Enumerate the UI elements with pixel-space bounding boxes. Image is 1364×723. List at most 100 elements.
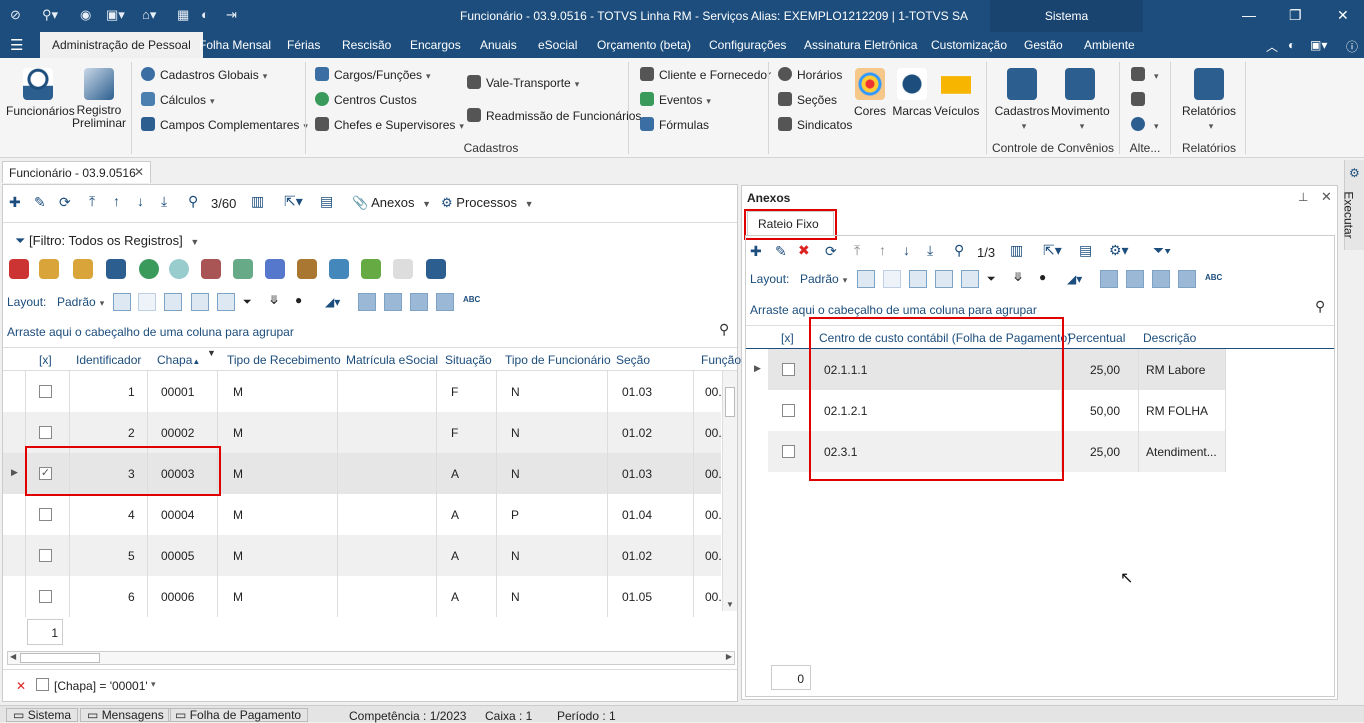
book-icon[interactable] — [426, 259, 446, 279]
clear-filter-icon[interactable]: ✕ — [16, 679, 26, 693]
search-icon[interactable]: ⚲ — [954, 242, 964, 259]
expand-icon[interactable] — [857, 270, 875, 288]
tools-icon[interactable] — [106, 259, 126, 279]
centros-custos-button[interactable]: Centros Custos — [315, 92, 417, 107]
edit-icon[interactable]: ✎ — [775, 243, 787, 260]
eventos-button[interactable]: Eventos ▾ — [640, 92, 711, 107]
help-globe-icon[interactable]: ◐ — [1288, 38, 1295, 52]
chefes-supervisores-button[interactable]: Chefes e Supervisores ▾ — [315, 117, 464, 132]
color-icon[interactable]: ● — [1039, 270, 1057, 288]
calculator-icon[interactable]: ▦ — [177, 7, 189, 23]
anexos-dropdown[interactable]: 📎 Anexos ▼ — [352, 195, 431, 211]
menu-configuracoes[interactable]: Configurações — [709, 38, 786, 52]
collapse-icon[interactable] — [138, 293, 156, 311]
restore-icon[interactable]: ❐ — [1289, 7, 1302, 24]
cadastros-button[interactable]: Cadastros ▾ — [994, 68, 1050, 132]
filter-dropdown-icon[interactable]: ▾ — [151, 679, 156, 690]
menu-orcamento[interactable]: Orçamento (beta) — [597, 38, 691, 52]
readmissao-button[interactable]: Readmissão de Funcionários — [467, 108, 641, 123]
row-checkbox[interactable] — [782, 445, 795, 458]
totvs-logo-icon[interactable]: ⊘ — [10, 7, 21, 23]
layout-dropdown[interactable]: Padrão ▾ — [57, 295, 104, 309]
close-icon[interactable]: ✕ — [1337, 7, 1349, 24]
row-checkbox[interactable] — [39, 508, 52, 521]
executar-side-tab[interactable]: ⚙ Executar — [1342, 160, 1364, 250]
last-record-icon[interactable]: ⤓ — [927, 242, 933, 259]
close-tab-icon[interactable]: ✕ — [134, 165, 144, 179]
menu-encargos[interactable]: Encargos — [410, 38, 461, 52]
network-icon[interactable]: ⚲▾ — [42, 7, 58, 23]
formulas-button[interactable]: Fórmulas — [640, 117, 709, 132]
system-label[interactable]: Sistema — [990, 0, 1143, 32]
scroll-down-icon[interactable]: ▼ — [726, 600, 734, 609]
transfer-icon[interactable] — [329, 259, 349, 279]
exit-icon[interactable]: ⇥ — [226, 7, 237, 23]
group-icon[interactable] — [909, 270, 927, 288]
col-tipo-recebimento[interactable]: Tipo de Recebimento — [227, 353, 341, 367]
grid-view-icon[interactable]: ▥ — [1010, 242, 1023, 259]
window-icon[interactable]: ▣▾ — [106, 7, 125, 23]
menu-ambiente[interactable]: Ambiente — [1084, 38, 1135, 52]
add-people-icon[interactable] — [361, 259, 381, 279]
app-menu-icon[interactable]: ☰ — [10, 36, 23, 54]
pin-icon[interactable]: 🞃 — [243, 293, 261, 311]
menu-customizacao[interactable]: Customização — [931, 38, 1007, 52]
row-checkbox[interactable] — [782, 363, 795, 376]
filter-icon[interactable]: ⏷▾ — [1153, 242, 1171, 259]
globe-icon[interactable]: ◐ — [201, 7, 209, 22]
col-situacao[interactable]: Situação — [445, 353, 492, 367]
chart-dropdown-icon[interactable]: ◢▾ — [1067, 272, 1082, 286]
cliente-fornecedor-button[interactable]: Cliente e Fornecedor — [640, 67, 771, 82]
col-chapa[interactable]: Chapa▲ — [157, 353, 200, 367]
search-icon[interactable]: ⚲ — [188, 193, 198, 210]
menu-folha-mensal[interactable]: Folha Mensal — [199, 38, 271, 52]
refresh-icon[interactable]: ⟳ — [825, 243, 837, 260]
coins-icon[interactable] — [39, 259, 59, 279]
document-icon[interactable]: ▤ — [1079, 242, 1092, 259]
document-tab[interactable]: Funcionário - 03.9.0516 ✕ — [2, 161, 151, 183]
col-select[interactable]: [x] — [39, 353, 52, 367]
grid-search-icon[interactable]: ⚲ — [719, 321, 729, 338]
last-record-icon[interactable]: ⤓ — [161, 193, 167, 210]
status-mensagens-tab[interactable]: ▭ Mensagens — [80, 708, 171, 722]
abc-icon[interactable]: ABC — [1205, 273, 1222, 282]
layout-option-3-icon[interactable] — [1152, 270, 1170, 288]
money-icon[interactable] — [73, 259, 93, 279]
layout-option-2-icon[interactable] — [1126, 270, 1144, 288]
layout-option-3-icon[interactable] — [410, 293, 428, 311]
move-down-icon[interactable] — [217, 293, 235, 311]
row-checkbox[interactable] — [782, 404, 795, 417]
home-icon[interactable]: ⌂▾ — [142, 7, 156, 23]
grid-search-icon[interactable]: ⚲ — [1315, 298, 1325, 315]
cadastros-globais-button[interactable]: Cadastros Globais ▾ — [141, 67, 267, 82]
next-record-icon[interactable]: ↓ — [137, 193, 144, 209]
col-identificador[interactable]: Identificador — [76, 353, 141, 367]
filter-dropdown[interactable]: ⏷ [Filtro: Todos os Registros] ▼ — [15, 233, 199, 249]
document-icon[interactable]: ▤ — [320, 193, 333, 210]
alte-item-2[interactable] — [1131, 92, 1150, 107]
menu-anuais[interactable]: Anuais — [480, 38, 517, 52]
pin-down-icon[interactable]: ⤋ — [1013, 270, 1031, 288]
col-matricula-esocial[interactable]: Matrícula eSocial — [346, 353, 438, 367]
column-filter-icon[interactable]: ▼ — [207, 348, 216, 358]
cargos-funcoes-button[interactable]: Cargos/Funções ▾ — [315, 67, 431, 82]
status-folha-tab[interactable]: ▭ Folha de Pagamento — [168, 708, 309, 722]
col-tipo-funcionario[interactable]: Tipo de Funcionário — [505, 353, 611, 367]
marcas-button[interactable]: Marcas — [891, 68, 933, 118]
row-checkbox[interactable] — [39, 385, 52, 398]
next-record-icon[interactable]: ↓ — [903, 242, 910, 258]
clock-money-icon[interactable] — [169, 259, 189, 279]
vertical-scrollbar[interactable]: ▼ — [722, 371, 737, 611]
pin-icon[interactable]: 🞃 — [987, 270, 1005, 288]
filter-expression[interactable]: [Chapa] = '00001' — [54, 679, 148, 693]
gear-icon[interactable]: ⚙▾ — [1109, 242, 1129, 259]
delete-icon[interactable]: ✖ — [798, 242, 810, 259]
scroll-right-icon[interactable]: ▶ — [726, 652, 732, 661]
layout-option-4-icon[interactable] — [1178, 270, 1196, 288]
pin-down-icon[interactable]: ⤋ — [269, 293, 287, 311]
campos-complementares-button[interactable]: Campos Complementares▾ — [141, 117, 308, 132]
col-percentual[interactable]: Percentual — [1068, 331, 1125, 345]
export-icon[interactable]: ⇱▾ — [1043, 242, 1062, 259]
move-up-icon[interactable] — [191, 293, 209, 311]
alte-item-1[interactable]: ▾ — [1131, 67, 1159, 82]
